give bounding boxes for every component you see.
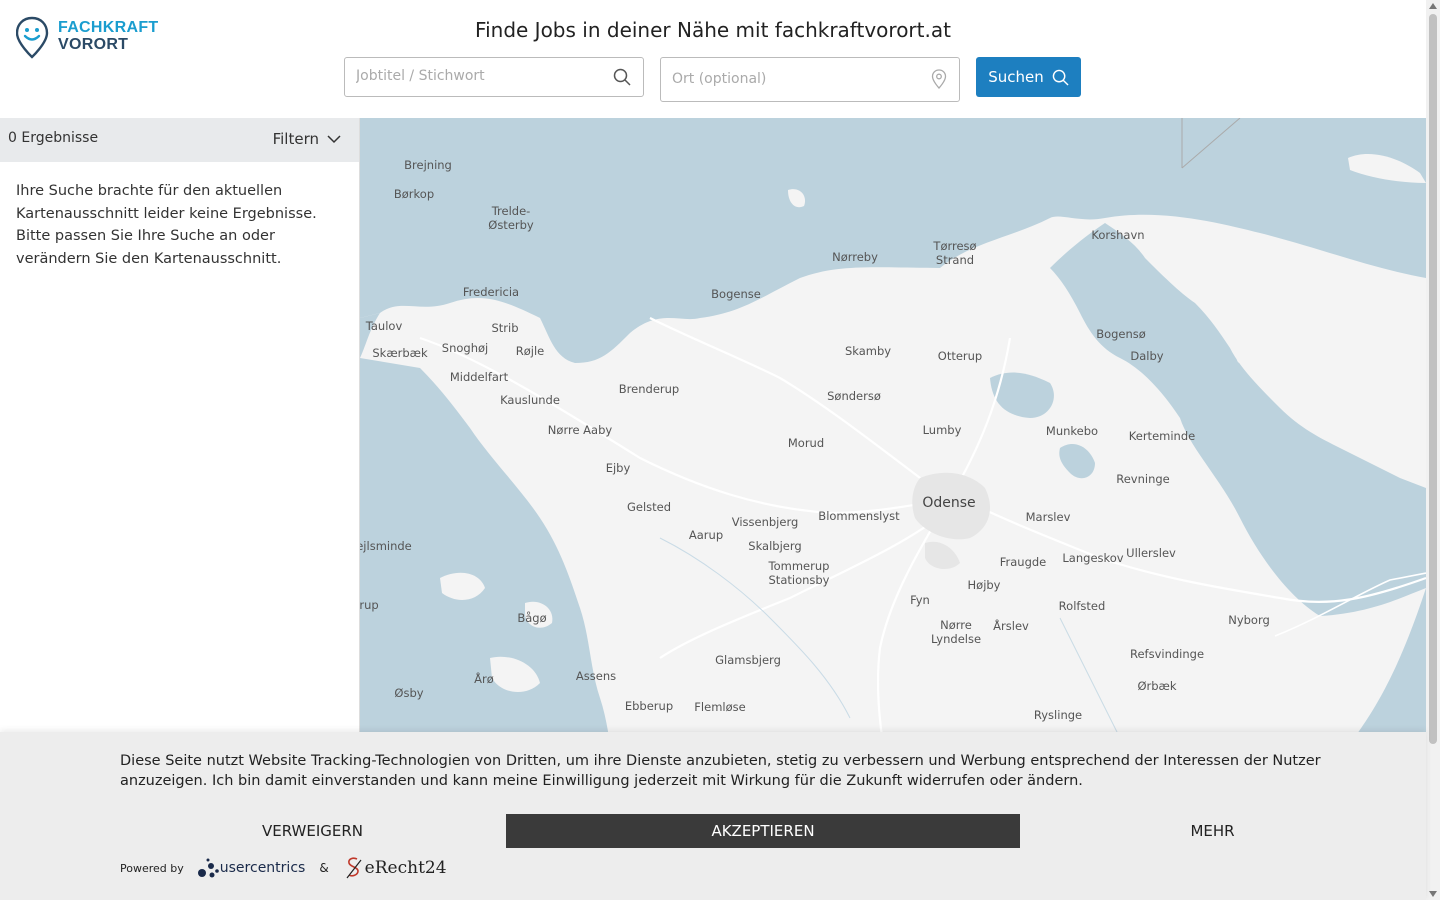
- map-place-label: Brenderup: [618, 382, 680, 396]
- map-place-label: Højby: [967, 578, 1001, 592]
- map-place-label: Snoghøj: [441, 341, 489, 355]
- map-place-label: Årø: [474, 672, 494, 686]
- no-results-message: Ihre Suche brachte für den aktuellen Kar…: [16, 183, 317, 267]
- map-place-label: Ejby: [605, 461, 631, 475]
- map-place-label: Brejning: [404, 158, 452, 172]
- keyword-search-field[interactable]: [344, 57, 644, 97]
- map-place-label: Revninge: [1116, 472, 1170, 486]
- search-button[interactable]: Suchen: [976, 57, 1081, 97]
- map-place-label: Refsvindinge: [1129, 647, 1205, 661]
- map-place-label: Tørresø Strand: [933, 239, 977, 267]
- map-place-label: Nyborg: [1228, 613, 1270, 627]
- map-place-label: Langeskov: [1062, 551, 1124, 565]
- map-place-label: Aarup: [688, 528, 724, 542]
- map-place-label: Flemløse: [694, 700, 746, 714]
- map-place-label: Kauslunde: [500, 393, 560, 407]
- result-count: 0 Ergebnisse: [8, 130, 99, 146]
- map-place-label: Taulov: [365, 319, 403, 333]
- map-place-label: Ullerslev: [1126, 546, 1176, 560]
- map-place-label: Fraugde: [999, 555, 1047, 569]
- erecht24-paragraph-icon: [346, 857, 362, 879]
- keyword-search-input[interactable]: [356, 68, 596, 84]
- map-place-label: Børkop: [393, 187, 435, 201]
- map-place-label: Skalbjerg: [748, 539, 802, 553]
- filter-label: Filtern: [272, 130, 319, 148]
- scroll-down-arrow-icon[interactable]: [1429, 891, 1437, 897]
- map-place-label: ejlsminde: [360, 539, 412, 553]
- map-city-label: Odense: [922, 495, 976, 511]
- map-place-label: Fredericia: [462, 285, 520, 299]
- erecht24-wordmark: eRecht24: [364, 858, 447, 878]
- page-title: Finde Jobs in deiner Nähe mit fachkraftv…: [475, 18, 951, 42]
- usercentrics-wordmark: usercentrics: [219, 860, 306, 876]
- map-place-label: rup: [360, 598, 379, 612]
- map-place-label: Lumby: [922, 423, 962, 437]
- map-place-label: Marslev: [1025, 510, 1071, 524]
- powered-by-label: Powered by: [120, 861, 184, 875]
- accept-button[interactable]: AKZEPTIEREN: [506, 814, 1020, 848]
- map-place-label: Assens: [575, 669, 617, 683]
- map-place-label: Øsby: [394, 686, 424, 700]
- scroll-up-arrow-icon[interactable]: [1429, 3, 1437, 9]
- filter-button[interactable]: Filtern: [273, 130, 341, 148]
- usercentrics-logo[interactable]: usercentrics: [196, 857, 306, 879]
- map-place-label: Glamsbjerg: [715, 653, 781, 667]
- map-place-label: Ryslinge: [1033, 708, 1083, 722]
- location-field[interactable]: [660, 57, 960, 102]
- deny-button[interactable]: VERWEIGERN: [120, 814, 505, 848]
- map-place-label: Røjle: [515, 344, 545, 358]
- map-place-label: Nørreby: [832, 250, 878, 264]
- page-scrollbar[interactable]: [1426, 0, 1440, 900]
- search-icon[interactable]: [613, 68, 631, 90]
- cookie-consent-text: Diese Seite nutzt Website Tracking-Techn…: [120, 753, 1321, 789]
- erecht24-logo[interactable]: eRecht24: [343, 856, 447, 880]
- map-place-label: Rolfsted: [1058, 599, 1106, 613]
- map-place-label: Nørre Lyndelse: [930, 618, 982, 646]
- ampersand: &: [319, 861, 329, 875]
- cookie-consent-banner: Diese Seite nutzt Website Tracking-Techn…: [0, 732, 1426, 900]
- location-pin-icon: [931, 69, 947, 93]
- map-place-label: Ørbæk: [1137, 679, 1177, 693]
- map-place-label: Fyn: [910, 593, 930, 607]
- results-header: 0 Ergebnisse Filtern: [0, 118, 359, 162]
- map-place-label: Middelfart: [449, 370, 509, 384]
- map-place-label: Blommenslyst: [818, 509, 900, 523]
- map-place-label: Vissenbjerg: [731, 515, 799, 529]
- chevron-down-icon: [327, 134, 341, 143]
- map-place-label: Skærbæk: [372, 346, 428, 360]
- location-input[interactable]: [672, 71, 912, 87]
- map-place-label: Ebberup: [624, 699, 674, 713]
- map-place-label: Bogensø: [1096, 327, 1146, 341]
- usercentrics-dots-icon: [197, 858, 219, 878]
- water-north: [360, 118, 1426, 363]
- map-place-label: Tommerup Stationsby: [768, 559, 830, 587]
- map-place-label: Kerteminde: [1128, 429, 1196, 443]
- map-place-label: Munkebo: [1045, 424, 1099, 438]
- map-place-label: Otterup: [937, 349, 983, 363]
- map-place-label: Nørre Aaby: [547, 423, 613, 437]
- map-place-label: Strib: [491, 321, 519, 335]
- map-place-label: Årslev: [993, 619, 1029, 633]
- map-place-label: Trelde- Østerby: [488, 204, 534, 232]
- search-icon: [1052, 69, 1069, 86]
- map-place-label: Bågø: [517, 611, 547, 625]
- search-button-label: Suchen: [988, 68, 1044, 86]
- map-place-label: Skamby: [844, 344, 892, 358]
- consent-provider-credits: Powered by usercentrics & eRecht24: [120, 856, 447, 880]
- map-place-label: Morud: [787, 436, 825, 450]
- map-place-label: Korshavn: [1091, 228, 1145, 242]
- map-place-label: Dalby: [1130, 349, 1164, 363]
- site-header: FACHKRAFT VORORT Finde Jobs in deiner Nä…: [0, 0, 1426, 118]
- scrollbar-thumb[interactable]: [1429, 14, 1437, 744]
- more-button[interactable]: MEHR: [1020, 814, 1405, 848]
- map-place-label: Søndersø: [827, 389, 881, 403]
- map-place-label: Bogense: [711, 287, 761, 301]
- map-place-label: Gelsted: [626, 500, 672, 514]
